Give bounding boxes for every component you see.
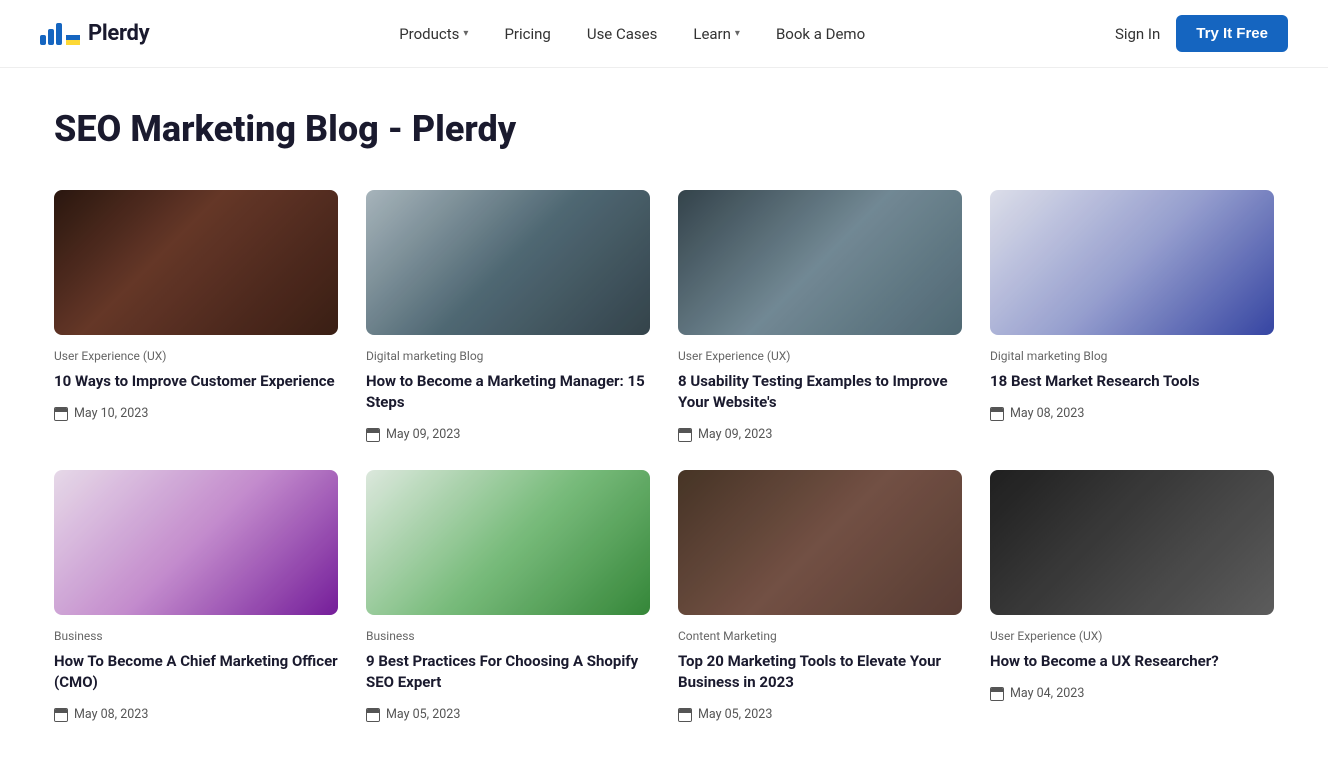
logo-bar-1 [40,35,46,45]
card-image-3 [678,190,962,335]
calendar-icon [366,428,380,442]
calendar-icon [678,428,692,442]
blog-card-1[interactable]: User Experience (UX) 10 Ways to Improve … [54,190,338,442]
card-title-5: How To Become A Chief Marketing Officer … [54,651,338,693]
card-image-5 [54,470,338,615]
card-category-6: Business [366,629,650,643]
blog-card-2[interactable]: Digital marketing Blog How to Become a M… [366,190,650,442]
card-date-3: May 09, 2023 [678,427,962,442]
page-title: SEO Marketing Blog - Plerdy [54,108,1274,150]
card-category-5: Business [54,629,338,643]
blog-card-5[interactable]: Business How To Become A Chief Marketing… [54,470,338,722]
card-category-3: User Experience (UX) [678,349,962,363]
card-category-2: Digital marketing Blog [366,349,650,363]
calendar-icon [54,407,68,421]
card-date-1: May 10, 2023 [54,406,338,421]
card-date-7: May 05, 2023 [678,707,962,722]
card-date-8: May 04, 2023 [990,686,1274,701]
blog-card-8[interactable]: User Experience (UX) How to Become a UX … [990,470,1274,722]
blog-card-3[interactable]: User Experience (UX) 8 Usability Testing… [678,190,962,442]
card-date-5: May 08, 2023 [54,707,338,722]
card-category-8: User Experience (UX) [990,629,1274,643]
logo-icon [40,23,80,45]
logo-text: Plerdy [88,21,149,46]
card-title-4: 18 Best Market Research Tools [990,371,1274,392]
card-image-8 [990,470,1274,615]
card-date-4: May 08, 2023 [990,406,1274,421]
card-category-1: User Experience (UX) [54,349,338,363]
nav-learn[interactable]: Learn ▾ [675,0,758,68]
calendar-icon [54,708,68,722]
nav-products[interactable]: Products ▾ [381,0,486,68]
card-title-2: How to Become a Marketing Manager: 15 St… [366,371,650,413]
card-image-6 [366,470,650,615]
calendar-icon [990,407,1004,421]
card-title-1: 10 Ways to Improve Customer Experience [54,371,338,392]
logo-bar-3 [56,23,62,45]
card-image-7 [678,470,962,615]
card-image-4 [990,190,1274,335]
blog-card-6[interactable]: Business 9 Best Practices For Choosing A… [366,470,650,722]
blog-card-4[interactable]: Digital marketing Blog 18 Best Market Re… [990,190,1274,442]
nav-actions: Sign In Try It Free [1115,15,1288,52]
blog-grid: User Experience (UX) 10 Ways to Improve … [54,190,1274,722]
card-date-6: May 05, 2023 [366,707,650,722]
try-free-button[interactable]: Try It Free [1176,15,1288,52]
card-date-2: May 09, 2023 [366,427,650,442]
card-category-4: Digital marketing Blog [990,349,1274,363]
calendar-icon [366,708,380,722]
card-title-8: How to Become a UX Researcher? [990,651,1274,672]
card-title-7: Top 20 Marketing Tools to Elevate Your B… [678,651,962,693]
blog-card-7[interactable]: Content Marketing Top 20 Marketing Tools… [678,470,962,722]
sign-in-link[interactable]: Sign In [1115,25,1160,43]
nav-links: Products ▾ Pricing Use Cases Learn ▾ Boo… [381,0,883,68]
calendar-icon [678,708,692,722]
logo-link[interactable]: Plerdy [40,21,149,46]
main-content: SEO Marketing Blog - Plerdy User Experie… [14,68,1314,782]
logo-flag [66,35,80,45]
card-category-7: Content Marketing [678,629,962,643]
nav-pricing[interactable]: Pricing [486,0,568,68]
nav-book-demo[interactable]: Book a Demo [758,0,883,68]
calendar-icon [990,687,1004,701]
logo-bar-2 [48,29,54,45]
card-title-6: 9 Best Practices For Choosing A Shopify … [366,651,650,693]
nav-use-cases[interactable]: Use Cases [569,0,676,68]
card-title-3: 8 Usability Testing Examples to Improve … [678,371,962,413]
chevron-down-icon: ▾ [735,28,740,39]
navigation: Plerdy Products ▾ Pricing Use Cases Lear… [0,0,1328,68]
card-image-2 [366,190,650,335]
chevron-down-icon: ▾ [463,28,468,39]
card-image-1 [54,190,338,335]
